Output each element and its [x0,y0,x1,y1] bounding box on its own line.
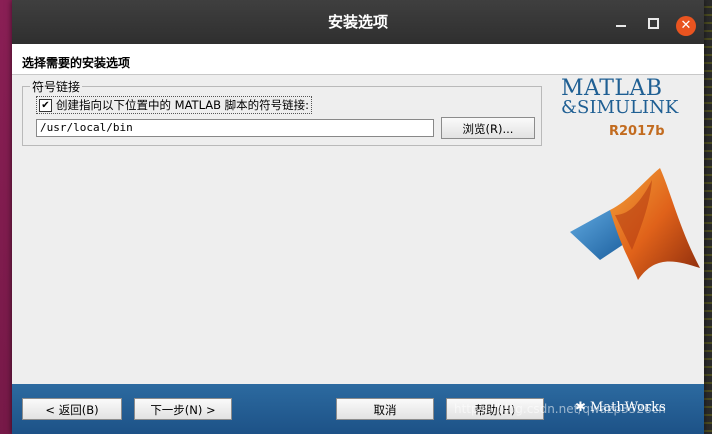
next-button[interactable]: 下一步(N) > [134,398,232,420]
page-heading: 选择需要的安装选项 [22,56,131,70]
back-button[interactable]: < 返回(B) [22,398,122,420]
close-icon: ✕ [680,18,692,33]
csdn-watermark: https://blog.csdn.net/qwazp3526cn [454,402,666,416]
footer-bar: < 返回(B) 下一步(N) > 取消 帮助(H) ✱ MathWorks ht… [12,384,704,434]
symlink-checkbox[interactable]: ✔ [39,98,52,112]
minimize-button[interactable] [612,14,630,32]
symlink-checkbox-label[interactable]: 创建指向以下位置中的 MATLAB 脚本的符号链接: [56,97,309,113]
symlink-group-legend: 符号链接 [30,78,83,95]
browse-button[interactable]: 浏览(R)... [441,117,535,139]
matlab-simulink-logo: MATLAB &SIMULINK R2017b [561,76,701,139]
installer-window: 安装选项 ✕ 选择需要的安装选项 符号链接 ✔ 创建指向以下位置中的 MATLA… [12,0,704,434]
desktop-background-strip [704,0,712,434]
title-bar: 安装选项 ✕ [12,0,704,44]
release-label: R2017b [609,124,665,139]
symlink-path-input[interactable]: /usr/local/bin [36,119,434,137]
logo-simulink-text: &SIMULINK [561,97,679,118]
maximize-button[interactable] [644,14,662,32]
symlink-checkbox-row[interactable]: ✔ 创建指向以下位置中的 MATLAB 脚本的符号链接: [36,96,313,114]
close-button[interactable]: ✕ [676,16,696,36]
page-header: 选择需要的安装选项 [12,44,704,75]
window-title: 安装选项 [327,13,388,31]
matlab-membrane-logo-icon [570,168,700,280]
cancel-button[interactable]: 取消 [336,398,434,420]
